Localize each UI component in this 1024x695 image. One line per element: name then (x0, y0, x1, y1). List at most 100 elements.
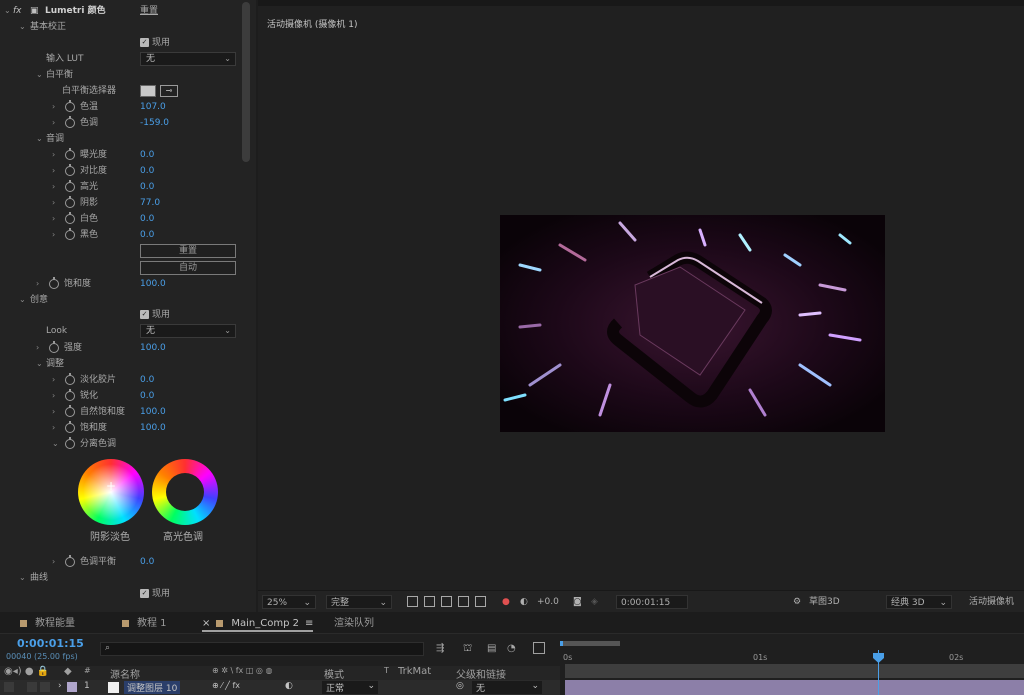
param-value[interactable]: 100.0 (140, 404, 166, 420)
stopwatch-icon[interactable] (65, 164, 75, 176)
motion-blur-icon[interactable]: ◔ (507, 643, 516, 654)
shadow-tint-wheel[interactable]: + (78, 459, 144, 525)
work-area-bar[interactable] (560, 641, 620, 646)
lock-toggle-icon[interactable] (40, 682, 50, 692)
collapse-icon[interactable]: ⌄ (36, 67, 43, 83)
param-value[interactable]: 0.0 (140, 147, 154, 163)
close-icon[interactable]: × (202, 618, 210, 629)
stopwatch-icon[interactable] (65, 373, 75, 385)
look-dropdown[interactable]: 无 ⌄ (140, 324, 236, 338)
stopwatch-icon[interactable] (65, 196, 75, 208)
param-value[interactable]: 0.0 (140, 388, 154, 404)
creative-enable-row[interactable]: ✓ 现用 (0, 307, 244, 323)
stopwatch-icon[interactable] (65, 555, 75, 567)
panel-scrollbar[interactable] (242, 2, 250, 162)
adjustment-switch-icon[interactable]: ◐ (285, 681, 293, 691)
param-value[interactable]: 0.0 (140, 163, 154, 179)
expand-icon[interactable]: › (52, 163, 55, 179)
collapse-icon[interactable]: ⌄ (19, 570, 26, 586)
expand-icon[interactable]: › (52, 420, 55, 436)
blend-mode-dropdown[interactable]: 正常 ⌄ (322, 681, 378, 694)
reset-link[interactable]: 重置 (140, 3, 158, 19)
section-curves[interactable]: ⌄ 曲线 (0, 570, 244, 586)
transparency-grid-icon[interactable] (424, 596, 435, 607)
parent-header[interactable]: 父级和链接 (456, 666, 506, 681)
collapse-icon[interactable]: ⌄ (19, 19, 26, 35)
section-adjust[interactable]: ⌄ 调整 (0, 356, 244, 372)
expand-icon[interactable]: › (52, 372, 55, 388)
eyedropper-icon[interactable]: ⊸ (160, 85, 178, 97)
stopwatch-icon[interactable] (65, 148, 75, 160)
label-color-swatch[interactable] (67, 682, 77, 692)
expand-icon[interactable]: › (52, 404, 55, 420)
mode-header[interactable]: 模式 (324, 666, 344, 681)
region-of-interest-icon[interactable] (407, 596, 418, 607)
shy-layers-icon[interactable]: ⛫ (463, 643, 472, 656)
stopwatch-icon[interactable] (49, 341, 59, 353)
mask-visibility-icon[interactable] (441, 596, 452, 607)
enable-checkbox[interactable]: ✓ (140, 310, 149, 319)
param-value[interactable]: 0.0 (140, 211, 154, 227)
curves-enable-row[interactable]: ✓ 现用 (0, 586, 244, 602)
expand-icon[interactable]: › (52, 227, 55, 243)
snapshot-view-icon[interactable] (475, 596, 486, 607)
stopwatch-icon[interactable] (65, 389, 75, 401)
renderer-dropdown[interactable]: 经典 3D ⌄ (886, 595, 952, 609)
section-white-balance[interactable]: ⌄ 白平衡 (0, 67, 244, 83)
expand-icon[interactable]: › (52, 99, 55, 115)
expand-icon[interactable]: › (52, 554, 55, 570)
video-toggle-icon[interactable] (4, 682, 14, 692)
exposure-reset-icon[interactable]: ◐ (520, 595, 528, 609)
effect-header[interactable]: ⌄ fx ▣ Lumetri 颜色 重置 (0, 3, 244, 19)
collapse-icon[interactable]: ⌄ (52, 436, 59, 452)
camera-view-dropdown[interactable]: 活动摄像机 (969, 595, 1014, 609)
stopwatch-icon[interactable] (65, 116, 75, 128)
section-tone[interactable]: ⌄ 音调 (0, 131, 244, 147)
enable-checkbox[interactable]: ✓ (140, 589, 149, 598)
expand-icon[interactable]: › (52, 147, 55, 163)
stopwatch-icon[interactable] (49, 277, 59, 289)
exposure-value[interactable]: +0.0 (537, 595, 559, 609)
param-value[interactable]: 0.0 (140, 227, 154, 243)
expand-icon[interactable]: › (58, 681, 62, 691)
layer-name[interactable]: 调整图层 10 (124, 681, 181, 694)
param-value[interactable]: 100.0 (140, 276, 166, 292)
expand-icon[interactable]: › (36, 340, 39, 356)
param-value[interactable]: 107.0 (140, 99, 166, 115)
fx-icon[interactable]: fx (13, 3, 22, 19)
collapse-icon[interactable]: ⌄ (19, 292, 26, 308)
pickwhip-icon[interactable]: ◎ (456, 681, 464, 691)
enable-checkbox[interactable]: ✓ (140, 38, 149, 47)
param-value[interactable]: 0.0 (140, 372, 154, 388)
trkmat-header[interactable]: TrkMat (398, 666, 431, 677)
tab-main-comp-2[interactable]: × Main_Comp 2 ≡ (202, 616, 314, 632)
layer-switches-icons[interactable]: ⊕ ⁄ ╱ fx (212, 681, 240, 690)
expand-icon[interactable]: › (52, 388, 55, 404)
expand-icon[interactable]: › (52, 115, 55, 131)
composition-viewer[interactable]: 活动摄像机 (摄像机 1) 25% ⌄ 完整 ⌄ ● ◐ +0.0 ◙ ◈ 0:… (258, 0, 1024, 612)
param-value[interactable]: -159.0 (140, 115, 169, 131)
param-value[interactable]: 100.0 (140, 420, 166, 436)
tab-tutorial-1[interactable]: 教程 1 (122, 616, 167, 632)
stopwatch-icon[interactable] (65, 421, 75, 433)
safe-margins-icon[interactable] (458, 596, 469, 607)
layer-row[interactable]: › 1 调整图层 10 ⊕ ⁄ ╱ fx ◐ 正常 ⌄ ◎ 无 ⌄ (0, 680, 560, 695)
highlight-tint-wheel[interactable] (152, 459, 218, 525)
frame-blending-icon[interactable]: ▤ (487, 643, 496, 654)
param-value[interactable]: 0.0 (140, 179, 154, 195)
viewer-timecode[interactable]: 0:00:01:15 (616, 595, 688, 609)
current-time-display[interactable]: 0:00:01:15 (17, 637, 84, 650)
tab-render-queue[interactable]: 渲染队列 (334, 616, 374, 632)
color-swatch[interactable] (140, 85, 156, 97)
color-channels-icon[interactable]: ● (502, 595, 510, 609)
show-snapshot-icon[interactable]: ◈ (591, 595, 598, 609)
parent-dropdown[interactable]: 无 ⌄ (472, 681, 542, 694)
param-value[interactable]: 100.0 (140, 340, 166, 356)
section-split-tone[interactable]: ⌄ 分离色调 (0, 436, 244, 452)
section-basic[interactable]: ⌄ 基本校正 (0, 19, 244, 35)
draft-3d-toggle[interactable]: 草图3D (809, 595, 840, 609)
graph-editor-icon[interactable] (533, 642, 545, 654)
param-value[interactable]: 77.0 (140, 195, 160, 211)
input-lut-dropdown[interactable]: 无 ⌄ (140, 52, 236, 66)
param-value[interactable]: 0.0 (140, 554, 154, 570)
